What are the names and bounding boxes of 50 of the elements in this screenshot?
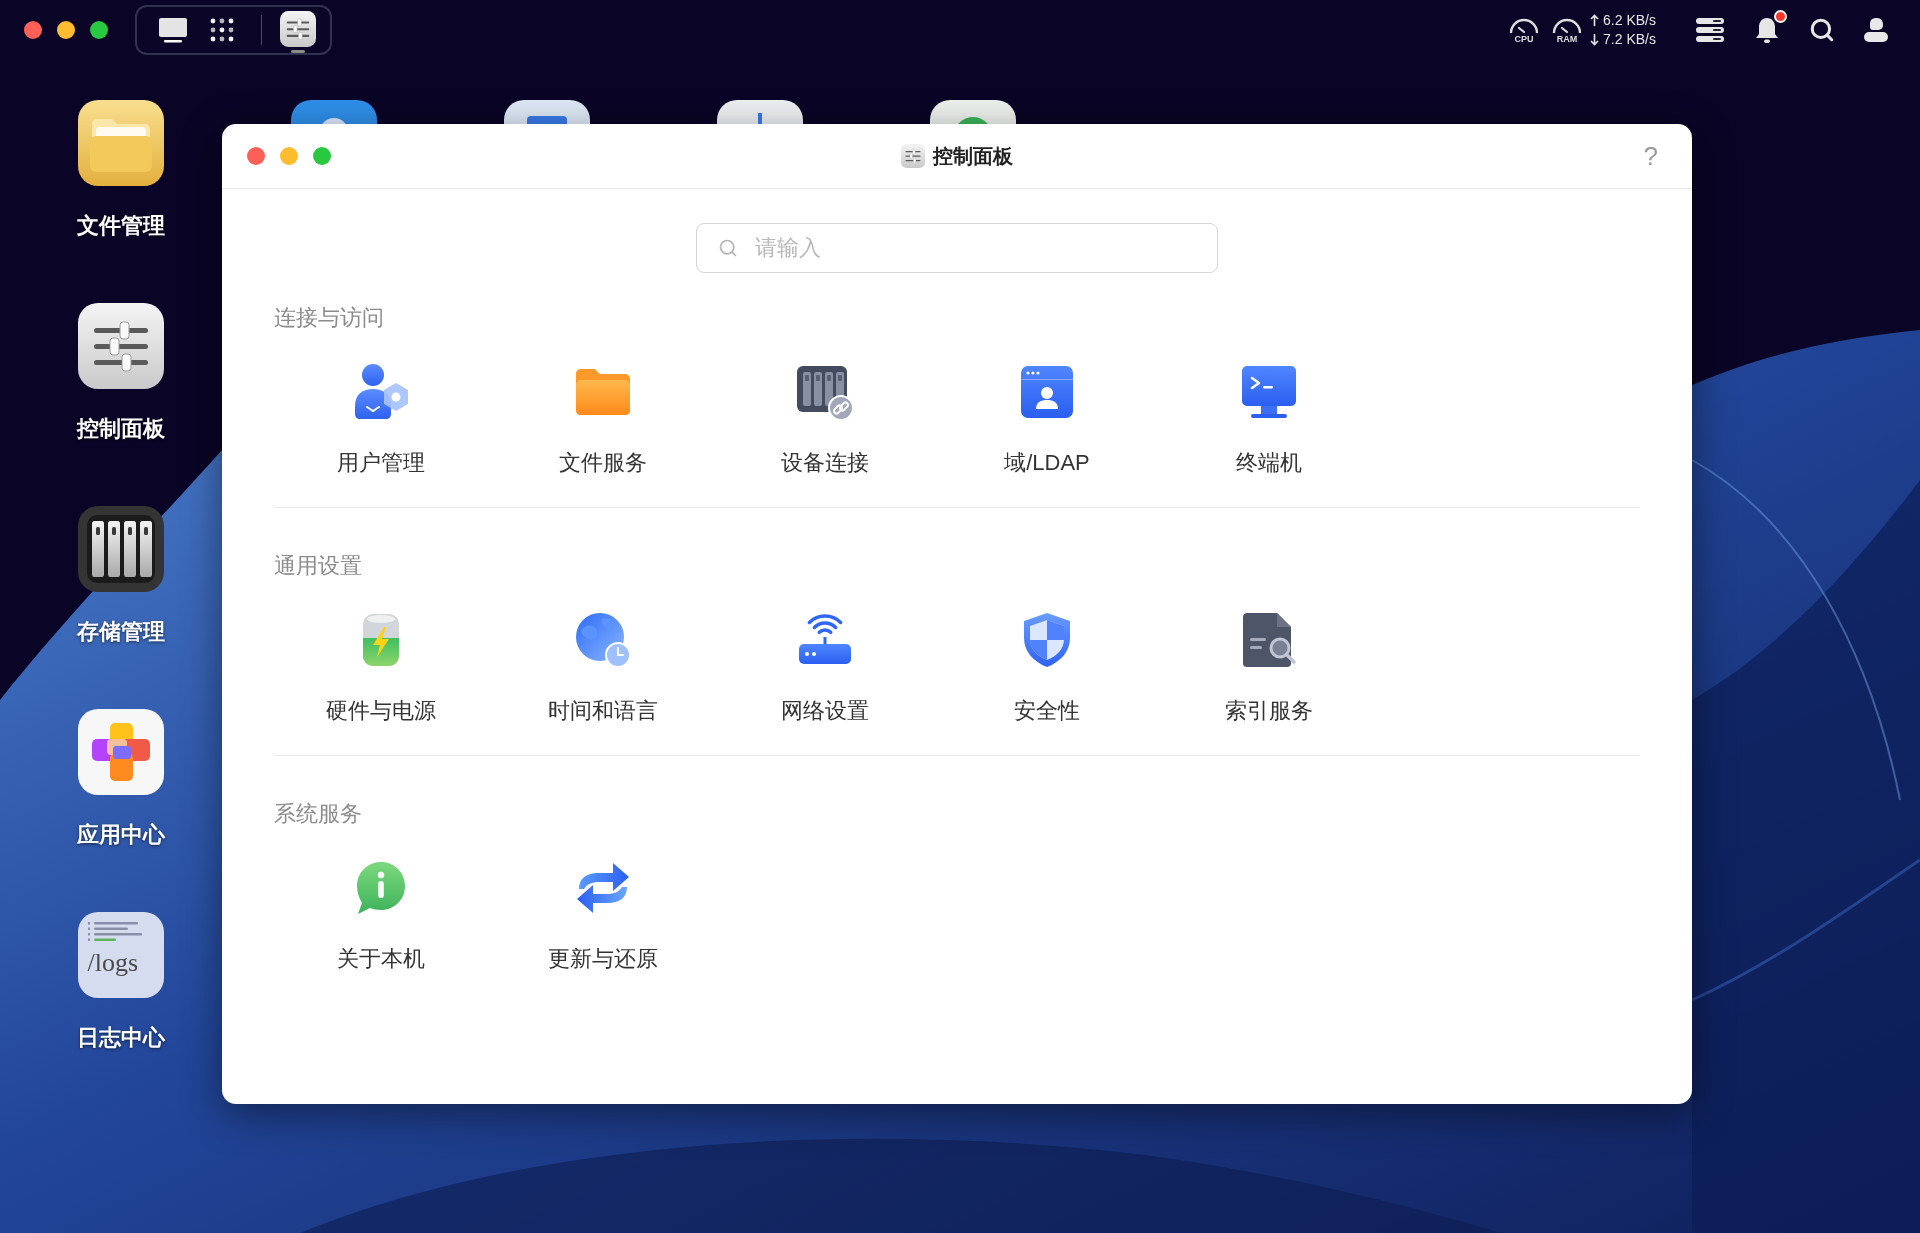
settings-item[interactable]: 文件服务 bbox=[559, 362, 647, 476]
gauge-label: RAM bbox=[1556, 34, 1578, 44]
blocks-app-icon[interactable] bbox=[77, 709, 164, 795]
app-grid-icon[interactable] bbox=[210, 18, 234, 42]
desktop-icon-label: 存储管理 bbox=[76, 619, 165, 645]
monitor-icon[interactable] bbox=[158, 17, 188, 43]
settings-item[interactable]: 硬件与电源 bbox=[326, 610, 436, 724]
settings-item[interactable]: 设备连接 bbox=[781, 362, 869, 476]
desktop-icon-label: 日志中心 bbox=[76, 1025, 165, 1051]
down-arrow-icon bbox=[1590, 33, 1600, 46]
settings-item[interactable]: 索引服务 bbox=[1225, 610, 1313, 724]
logs-app-tile[interactable]: /logs bbox=[77, 912, 164, 998]
settings-item[interactable]: 终端机 bbox=[1236, 362, 1302, 476]
partly-hidden-app-icon[interactable] bbox=[929, 100, 1016, 124]
desktop-icon-label: 文件管理 bbox=[76, 213, 165, 239]
sliders-app-icon[interactable] bbox=[280, 11, 316, 47]
bell-icon[interactable] bbox=[1754, 16, 1780, 44]
gauge-icon[interactable] bbox=[1552, 16, 1583, 34]
gauge-icon[interactable] bbox=[1509, 16, 1540, 34]
section-title: 连接与访问 bbox=[274, 306, 385, 330]
settings-item[interactable]: 时间和语言 bbox=[548, 610, 658, 724]
partly-hidden-app-icon[interactable] bbox=[290, 100, 377, 124]
gauge-label: CPU bbox=[1514, 34, 1534, 44]
section-title: 系统服务 bbox=[274, 802, 363, 826]
up-arrow-icon bbox=[1590, 14, 1600, 27]
settings-item[interactable]: 域/LDAP bbox=[1004, 362, 1090, 476]
drive-bays-app-icon[interactable] bbox=[77, 506, 164, 592]
partly-hidden-app-icon[interactable] bbox=[716, 100, 803, 124]
window-title: 控制面板 bbox=[933, 144, 1013, 169]
partly-hidden-app-icon[interactable] bbox=[503, 100, 590, 124]
download-rate: 7.2 KB/s bbox=[1603, 30, 1656, 49]
upload-rate: 6.2 KB/s bbox=[1603, 11, 1656, 30]
settings-item[interactable]: 关于本机 bbox=[337, 858, 425, 972]
folder-app-icon[interactable] bbox=[77, 100, 164, 186]
settings-item[interactable]: 更新与还原 bbox=[548, 858, 658, 972]
section-title: 通用设置 bbox=[274, 554, 363, 578]
search-icon[interactable] bbox=[1809, 17, 1835, 43]
sliders-app-icon bbox=[901, 144, 925, 168]
close-button[interactable] bbox=[247, 147, 265, 165]
settings-item[interactable]: 安全性 bbox=[1014, 610, 1080, 724]
settings-item[interactable]: 网络设置 bbox=[781, 610, 869, 724]
desktop-icon-label: 控制面板 bbox=[76, 416, 165, 442]
logo-text: /logs bbox=[87, 948, 139, 978]
stacked-toggles-icon[interactable] bbox=[1696, 18, 1724, 42]
search-field[interactable]: 请输入 bbox=[696, 223, 1218, 273]
desktop-icon-label: 应用中心 bbox=[76, 822, 165, 848]
user-icon[interactable] bbox=[1862, 17, 1890, 43]
search-icon bbox=[718, 238, 738, 258]
sliders-app-icon[interactable] bbox=[77, 303, 164, 389]
settings-item[interactable]: 用户管理 bbox=[337, 362, 425, 476]
